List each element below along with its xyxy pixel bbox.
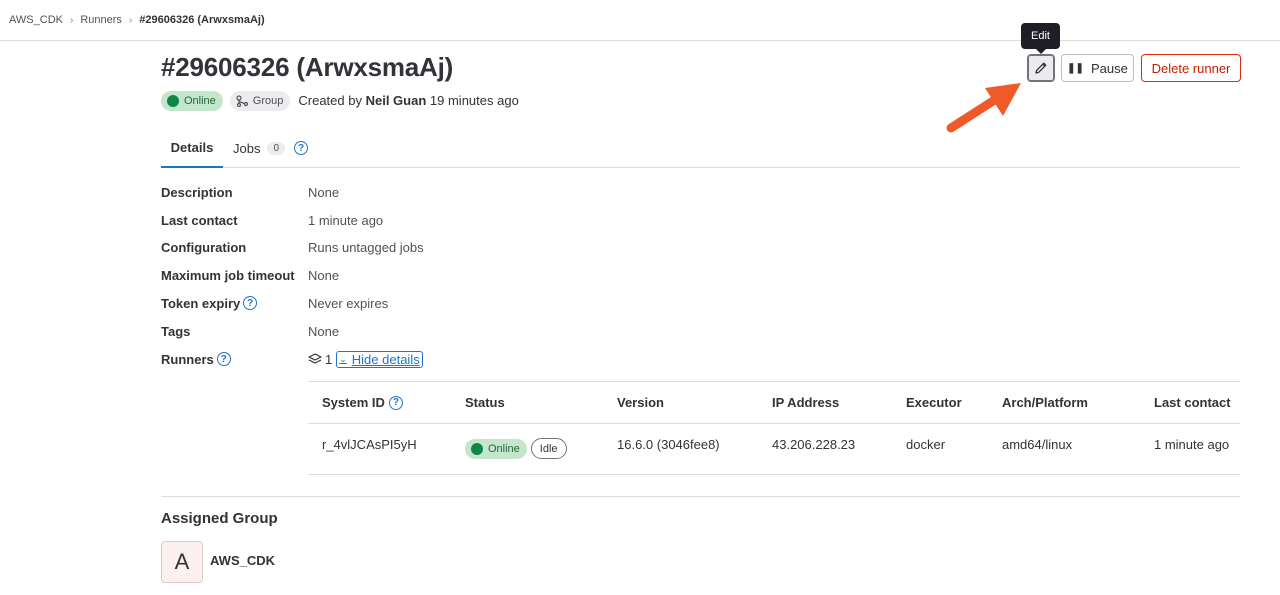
detail-label: Maximum job timeout (161, 267, 295, 283)
column-header-label: System ID (322, 395, 385, 410)
layers-icon (308, 352, 322, 364)
idle-badge: Idle (530, 438, 567, 459)
detail-value: 1 minute ago (308, 212, 384, 228)
runner-tabs: Details Jobs 0 ? (161, 128, 1240, 168)
delete-runner-button[interactable]: Delete runner (1141, 54, 1241, 82)
column-header-ip-address: IP Address (772, 395, 840, 410)
chevron-right-icon: › (70, 14, 74, 26)
detail-label-wrap: Runners ? (161, 352, 308, 367)
detail-value: None (308, 267, 340, 283)
help-icon[interactable]: ? (216, 352, 231, 366)
avatar[interactable]: A (161, 541, 203, 583)
runner-meta: Online Group Created by Neil Guan 19 min… (161, 90, 519, 111)
status-badge-label: Online (488, 442, 520, 455)
detail-value: Runs untagged jobs (308, 239, 424, 255)
column-header-last-contact: Last contact (1154, 395, 1231, 410)
pause-button[interactable]: ❚❚ Pause (1061, 54, 1134, 82)
cell-executor: docker (906, 437, 946, 452)
breadcrumb-item-aws-cdk[interactable]: AWS_CDK (9, 14, 63, 26)
detail-value: None (308, 184, 340, 200)
cell-arch-platform: amd64/linux (1002, 437, 1073, 452)
cell-ip-address: 43.206.228.23 (772, 437, 856, 452)
help-icon[interactable]: ? (388, 395, 403, 410)
detail-row-last-contact: Last contact 1 minute ago (161, 210, 383, 230)
help-icon[interactable]: ? (243, 296, 258, 310)
runners-table: System ID ? Status Version IP Address Ex… (308, 381, 1240, 475)
cell-version: 16.6.0 (3046fee8) (617, 437, 720, 452)
detail-label: Last contact (161, 212, 238, 228)
edit-button[interactable] (1027, 54, 1055, 82)
created-info: Created by Neil Guan 19 minutes ago (298, 93, 518, 108)
created-prefix: Created by (298, 93, 362, 108)
status-online-icon (471, 442, 483, 455)
column-header-executor: Executor (906, 395, 962, 410)
chevron-right-icon: › (128, 14, 133, 26)
column-header-arch-platform: Arch/Platform (1002, 395, 1088, 410)
detail-label: Configuration (161, 239, 247, 255)
detail-value: Never expires (308, 295, 389, 311)
pause-button-label: Pause (1090, 60, 1128, 76)
created-time: 19 minutes ago (429, 93, 519, 108)
column-header-version: Version (617, 395, 664, 410)
runners-count-value: 1 (325, 351, 333, 367)
table-header-row: System ID ? Status Version IP Address Ex… (308, 381, 1240, 424)
cell-system-id: r_4vlJCAsPI5yH (322, 437, 417, 452)
status-badge-label: Online (184, 94, 216, 107)
chevron-down-icon: ⌄ (339, 353, 347, 364)
detail-label: Runners (161, 351, 214, 367)
hide-details-link[interactable]: ⌄ Hide details (336, 350, 423, 368)
column-header-system-id: System ID ? (322, 395, 403, 410)
table-row: r_4vlJCAsPI5yH Online Idle 16.6.0 (3046f… (308, 424, 1240, 475)
detail-row-token-expiry: Token expiry ? Never expires (161, 293, 388, 313)
hide-details-label: Hide details (351, 351, 420, 367)
group-icon (236, 94, 248, 107)
breadcrumb: AWS_CDK › Runners › #29606326 (ArwxsmaAj… (0, 0, 1280, 41)
type-badge: Group (229, 90, 291, 111)
assigned-group-title: Assigned Group (161, 510, 278, 527)
created-by-user[interactable]: Neil Guan (366, 93, 427, 108)
detail-row-tags: Tags None (161, 321, 339, 341)
runners-count: 1 ⌄ Hide details (308, 350, 423, 368)
pencil-icon (1035, 62, 1047, 74)
pause-icon: ❚❚ (1067, 62, 1084, 74)
tab-details[interactable]: Details (161, 128, 223, 168)
status-badge: Online (465, 438, 527, 459)
help-icon[interactable]: ? (294, 141, 309, 155)
detail-label: Description (161, 184, 233, 200)
edit-tooltip: Edit (1021, 23, 1060, 54)
type-badge-label: Group (252, 94, 284, 107)
detail-row-configuration: Configuration Runs untagged jobs (161, 237, 424, 257)
cell-status: Online Idle (465, 438, 567, 459)
cell-last-contact: 1 minute ago (1154, 437, 1230, 452)
detail-row-description: Description None (161, 182, 339, 202)
section-divider (161, 496, 1240, 497)
detail-label: Tags (161, 323, 191, 339)
tab-jobs-label: Jobs (233, 140, 261, 156)
breadcrumb-item-runners[interactable]: Runners (80, 14, 122, 26)
breadcrumb-item-current[interactable]: #29606326 (ArwxsmaAj) (139, 14, 264, 26)
detail-row-max-job-timeout: Maximum job timeout None (161, 265, 339, 285)
status-online-icon (167, 94, 179, 107)
status-badge: Online (161, 90, 223, 111)
detail-label: Token expiry (161, 295, 241, 311)
assigned-group-name[interactable]: AWS_CDK (210, 553, 275, 568)
detail-row-runners: Runners ? 1 ⌄ Hide details (161, 349, 423, 369)
tab-jobs[interactable]: Jobs 0 ? (233, 128, 309, 168)
column-header-status: Status (465, 395, 505, 410)
detail-label-wrap: Token expiry ? (161, 296, 308, 311)
detail-value: None (308, 323, 340, 339)
page-title: #29606326 (ArwxsmaAj) (161, 52, 454, 82)
jobs-count-badge: 0 (267, 141, 286, 155)
